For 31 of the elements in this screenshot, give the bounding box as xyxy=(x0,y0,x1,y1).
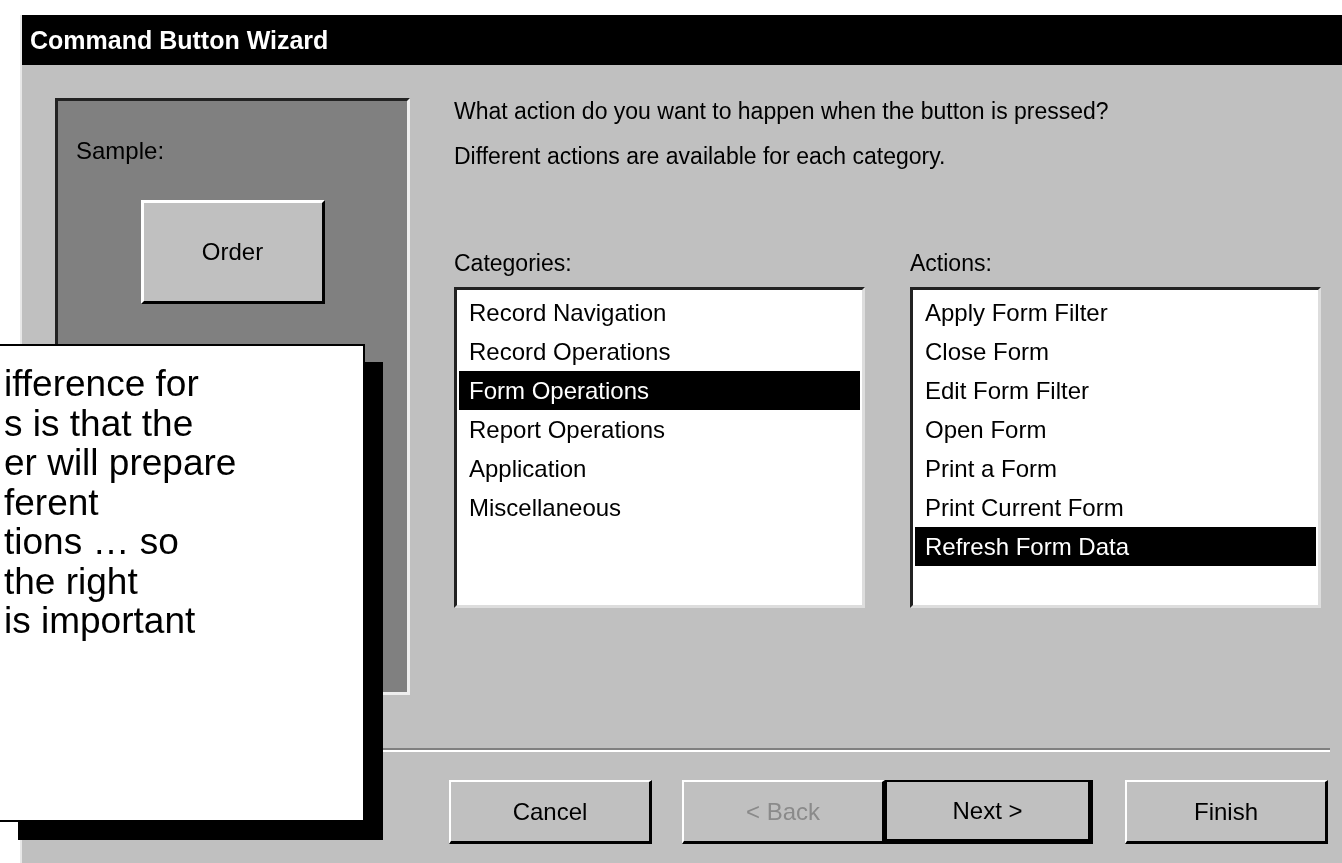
list-item[interactable]: Report Operations xyxy=(459,410,860,449)
list-item[interactable]: Record Navigation xyxy=(459,293,860,332)
categories-list[interactable]: Record Navigation Record Operations Form Operations Report Operations Application Miscellaneous xyxy=(454,287,865,608)
list-item[interactable]: Miscellaneous xyxy=(459,488,860,527)
callout-text: ifference for xyxy=(4,364,200,404)
callout-text: s is that the xyxy=(4,403,195,443)
list-item[interactable]: Edit Form Filter xyxy=(915,371,1316,410)
callout-text: ferent xyxy=(4,482,100,522)
wizard-button[interactable]: Cancel xyxy=(449,780,652,844)
list-item[interactable]: Close Form xyxy=(915,332,1316,371)
callout-text: tions … so xyxy=(4,522,180,562)
callout-text: er will prepare xyxy=(4,443,238,483)
list-item[interactable]: Form Operations xyxy=(459,371,860,410)
list-item[interactable]: Record Operations xyxy=(459,332,860,371)
sample-label: Sample: xyxy=(76,137,165,165)
callout-text: is important xyxy=(4,601,197,641)
list-label: Categories: xyxy=(454,250,573,277)
list-item[interactable]: Refresh Form Data xyxy=(915,527,1316,566)
prompt-text: What action do you want to happen when the button is pressed? xyxy=(454,98,1110,125)
hint-text: Different actions are available for each category. xyxy=(454,143,947,170)
wizard-button[interactable]: Finish xyxy=(1125,780,1328,844)
callout-text: the right xyxy=(4,561,139,601)
list-item[interactable]: Print a Form xyxy=(915,449,1316,488)
window-title: Command Button Wizard xyxy=(22,15,1342,65)
actions-list[interactable]: Apply Form Filter Close Form Edit Form Filter Open Form Print a Form Print Current Form Refresh Form Data xyxy=(910,287,1321,608)
list-label: Actions: xyxy=(910,250,993,277)
list-item[interactable]: Apply Form Filter xyxy=(915,293,1316,332)
wizard-button[interactable]: Next > xyxy=(885,780,1093,844)
list-item[interactable]: Application xyxy=(459,449,860,488)
list-item[interactable]: Open Form xyxy=(915,410,1316,449)
list-item[interactable]: Print Current Form xyxy=(915,488,1316,527)
